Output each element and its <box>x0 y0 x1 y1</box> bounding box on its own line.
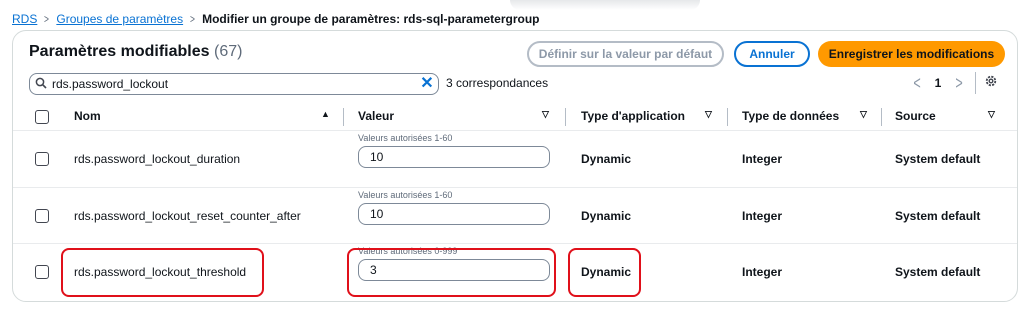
row-divider <box>13 243 1017 244</box>
highlight-box-apply-type <box>568 248 641 297</box>
sort-icon[interactable]: ▽ <box>860 109 867 120</box>
apply-type: Dynamic <box>581 152 632 166</box>
chevron-right-icon: > <box>44 12 50 26</box>
column-divider <box>881 108 882 126</box>
save-button[interactable]: Enregistrer les modifications <box>818 41 1005 67</box>
breadcrumb-link-parameter-groups[interactable]: Groupes de paramètres <box>56 12 183 26</box>
pagination: < 1 > <box>907 72 998 94</box>
column-divider <box>565 108 566 126</box>
pager-divider <box>975 72 976 94</box>
value-input[interactable]: 10 <box>358 146 550 168</box>
breadcrumb: RDS > Groupes de paramètres > Modifier u… <box>12 10 540 28</box>
breadcrumb-current: Modifier un groupe de paramètres: rds-sq… <box>202 12 540 26</box>
set-default-button[interactable]: Définir sur la valeur par défaut <box>527 41 724 67</box>
parameter-count: (67) <box>213 43 243 60</box>
column-name[interactable]: Nom <box>74 109 101 123</box>
apply-type: Dynamic <box>581 209 632 223</box>
value-text[interactable]: 10 <box>370 150 383 164</box>
sort-icon[interactable]: ▽ <box>988 109 995 120</box>
table-header: Nom ▲ Valeur ▽ Type d'application ▽ Type… <box>13 107 1017 127</box>
column-divider <box>727 108 728 126</box>
top-shadow <box>510 0 700 10</box>
page-number[interactable]: 1 <box>927 76 949 90</box>
highlight-box-value <box>347 248 556 297</box>
value-text[interactable]: 10 <box>370 207 383 221</box>
allowed-values-hint: Valeurs autorisées 1-60 <box>358 133 453 143</box>
column-data-type[interactable]: Type de données <box>742 109 839 123</box>
gear-icon[interactable] <box>984 74 998 92</box>
sort-ascending-icon[interactable]: ▲ <box>321 109 330 119</box>
row-checkbox[interactable] <box>35 209 49 223</box>
parameter-name: rds.password_lockout_duration <box>74 152 241 166</box>
allowed-values-hint: Valeurs autorisées 1-60 <box>358 190 453 200</box>
row-checkbox[interactable] <box>35 265 49 279</box>
chevron-right-icon[interactable]: > <box>952 73 966 94</box>
chevron-right-icon: > <box>190 12 196 26</box>
source: System default <box>895 265 981 279</box>
title-text: Paramètres modifiables <box>29 43 210 60</box>
parameter-name: rds.password_lockout_reset_counter_after <box>74 209 301 223</box>
breadcrumb-link-rds[interactable]: RDS <box>12 12 37 26</box>
cancel-button[interactable]: Annuler <box>734 41 810 67</box>
search-input[interactable]: rds.password_lockout ✕ <box>29 73 439 95</box>
row-divider <box>13 130 1017 131</box>
data-type: Integer <box>742 209 783 223</box>
row-checkbox[interactable] <box>35 152 49 166</box>
sort-icon[interactable]: ▽ <box>705 109 712 120</box>
column-source[interactable]: Source <box>895 109 936 123</box>
column-value[interactable]: Valeur <box>358 109 394 123</box>
data-type: Integer <box>742 265 783 279</box>
search-icon <box>30 77 52 92</box>
parameters-panel: Paramètres modifiables (67) Définir sur … <box>12 30 1018 302</box>
table-row: rds.password_lockout_reset_counter_after… <box>13 189 1017 245</box>
page-title: Paramètres modifiables (67) <box>29 43 242 61</box>
clear-icon[interactable]: ✕ <box>416 74 438 94</box>
sort-icon[interactable]: ▽ <box>542 109 549 120</box>
data-type: Integer <box>742 152 783 166</box>
column-apply-type[interactable]: Type d'application <box>581 109 685 123</box>
row-divider <box>13 187 1017 188</box>
source: System default <box>895 209 981 223</box>
table-row: rds.password_lockout_duration Valeurs au… <box>13 132 1017 188</box>
column-divider <box>343 108 344 126</box>
match-count: 3 correspondances <box>446 76 549 90</box>
highlight-box-name <box>61 248 264 297</box>
value-input[interactable]: 10 <box>358 203 550 225</box>
search-value[interactable]: rds.password_lockout <box>52 77 416 91</box>
source: System default <box>895 152 981 166</box>
chevron-left-icon[interactable]: < <box>910 73 924 94</box>
select-all-checkbox[interactable] <box>35 110 49 124</box>
